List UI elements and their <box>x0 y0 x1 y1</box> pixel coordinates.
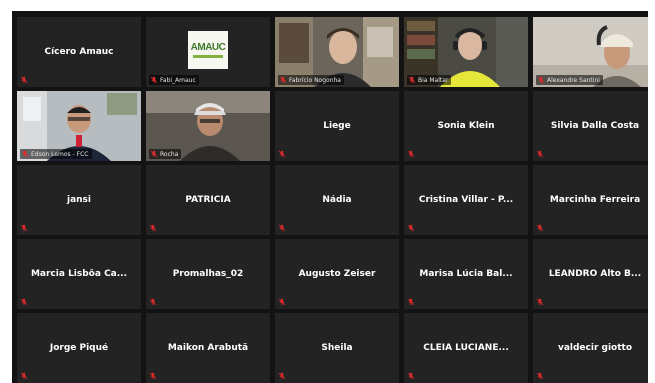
participant-tile[interactable]: Augusto Zeiser <box>275 239 399 309</box>
mic-muted-icon <box>20 76 28 84</box>
participant-name: Cristina Villar - P... <box>418 195 514 205</box>
mic-muted-icon <box>407 372 415 380</box>
participant-name: Jorge Piqué <box>49 343 109 353</box>
participant-tile[interactable]: Jorge Piqué <box>17 313 141 383</box>
participant-name: LEANDRO Alto B... <box>548 269 642 279</box>
mic-muted-icon <box>279 76 287 84</box>
participant-name-tag: Edson Lemos - FCC <box>20 149 92 159</box>
mic-muted-icon <box>407 150 415 158</box>
participant-tile[interactable]: Marcinha Ferreira <box>533 165 648 235</box>
mic-muted-icon <box>407 224 415 232</box>
mic-muted-icon <box>278 224 286 232</box>
participant-name: Fabi_Amauc <box>160 76 196 84</box>
participant-name: Rocha <box>160 150 179 158</box>
logo-text: AMAUC <box>190 42 226 53</box>
participant-tile[interactable]: Sheila <box>275 313 399 383</box>
participant-grid: Cícero Amauc AMAUC Fabi_Amauc Fabrício Nogo… <box>17 17 648 383</box>
participant-name: Marisa Lúcia Bal... <box>419 269 513 279</box>
mic-muted-icon <box>20 224 28 232</box>
participant-tile[interactable]: Bia Maltar <box>404 17 528 87</box>
participant-name: Cícero Amauc <box>44 47 114 57</box>
mic-muted-icon <box>20 372 28 380</box>
mic-muted-icon <box>149 298 157 306</box>
participant-name: Sheila <box>321 343 353 353</box>
participant-name: Marcia Lisbôa Ca... <box>30 269 128 279</box>
participant-name: Fabrício Nogonha <box>289 76 341 84</box>
participant-tile[interactable]: jansi <box>17 165 141 235</box>
participant-tile[interactable]: valdecir giotto <box>533 313 648 383</box>
participant-tile[interactable]: Silvia Dalla Costa <box>533 91 648 161</box>
participant-name-tag: Rocha <box>149 149 182 159</box>
mic-muted-icon <box>278 150 286 158</box>
participant-name: Liege <box>323 121 351 131</box>
participant-name: valdecir giotto <box>557 343 633 353</box>
mic-muted-icon <box>537 76 545 84</box>
participant-name-tag: Alexandre Santini <box>536 75 603 85</box>
participant-name: Marcinha Ferreira <box>549 195 641 205</box>
participant-tile[interactable]: Sonia Klein <box>404 91 528 161</box>
participant-tile[interactable]: Alexandre Santini <box>533 17 648 87</box>
participant-tile[interactable]: Liege <box>275 91 399 161</box>
participant-name: jansi <box>66 195 91 205</box>
participant-logo: AMAUC <box>188 31 228 69</box>
participant-name: PATRICIA <box>185 195 231 205</box>
mic-muted-icon <box>536 224 544 232</box>
participant-tile[interactable]: CLÉIA LUCIANE... <box>404 313 528 383</box>
participant-tile[interactable]: Nádia <box>275 165 399 235</box>
mic-muted-icon <box>150 150 158 158</box>
participant-tile[interactable]: Rocha <box>146 91 270 161</box>
participant-tile[interactable]: Edson Lemos - FCC <box>17 91 141 161</box>
participant-tile[interactable]: Fabrício Nogonha <box>275 17 399 87</box>
participant-name: Edson Lemos - FCC <box>31 150 89 158</box>
mic-muted-icon <box>536 150 544 158</box>
participant-name-tag: Fabi_Amauc <box>149 75 199 85</box>
participant-tile[interactable]: Maikon Arabutã <box>146 313 270 383</box>
mic-muted-icon <box>278 298 286 306</box>
logo-bar <box>193 55 223 58</box>
participant-tile[interactable]: Cícero Amauc <box>17 17 141 87</box>
participant-name-tag: Bia Maltar <box>407 75 452 85</box>
mic-muted-icon <box>408 76 416 84</box>
mic-muted-icon <box>536 298 544 306</box>
mic-muted-icon <box>149 372 157 380</box>
mic-muted-icon <box>21 150 29 158</box>
participant-name: Alexandre Santini <box>547 76 600 84</box>
participant-name: Augusto Zeiser <box>298 269 376 279</box>
mic-muted-icon <box>20 298 28 306</box>
participant-name: Nádia <box>322 195 352 205</box>
participant-name: Bia Maltar <box>418 76 449 84</box>
meeting-gallery: Cícero Amauc AMAUC Fabi_Amauc Fabrício Nogo… <box>12 11 648 383</box>
mic-muted-icon <box>407 298 415 306</box>
participant-name: Sonia Klein <box>437 121 495 131</box>
participant-name: Maikon Arabutã <box>167 343 249 353</box>
participant-tile[interactable]: Promalhas_02 <box>146 239 270 309</box>
participant-tile[interactable]: Cristina Villar - P... <box>404 165 528 235</box>
participant-tile[interactable]: Marisa Lúcia Bal... <box>404 239 528 309</box>
participant-name-tag: Fabrício Nogonha <box>278 75 344 85</box>
mic-muted-icon <box>536 372 544 380</box>
mic-muted-icon <box>150 76 158 84</box>
participant-name: CLÉIA LUCIANE... <box>423 343 509 353</box>
mic-muted-icon <box>149 224 157 232</box>
participant-tile[interactable]: AMAUC Fabi_Amauc <box>146 17 270 87</box>
participant-name: Promalhas_02 <box>172 269 244 279</box>
participant-name: Silvia Dalla Costa <box>550 121 640 131</box>
mic-muted-icon <box>278 372 286 380</box>
participant-tile[interactable]: PATRICIA <box>146 165 270 235</box>
participant-tile[interactable]: LEANDRO Alto B... <box>533 239 648 309</box>
participant-tile[interactable]: Marcia Lisbôa Ca... <box>17 239 141 309</box>
